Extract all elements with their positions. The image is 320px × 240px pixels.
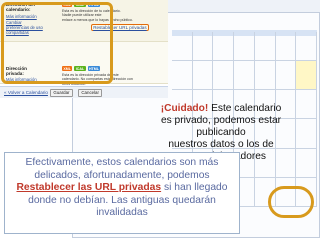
calendar-day-cell[interactable]	[234, 32, 255, 62]
explanation-note: Efectivamente, estos calendarios son más…	[4, 152, 240, 234]
warning-title: ¡Cuidado!	[160, 103, 209, 114]
warning-line2: es privado, podemos estar publicando	[160, 115, 282, 138]
calendar-day-cell[interactable]	[275, 61, 297, 91]
calendar-day-cell[interactable]	[254, 61, 276, 91]
save-button[interactable]: Guardar	[50, 88, 73, 98]
corner-highlight-ring	[268, 186, 314, 218]
note-line4: donde no debían. Las antiguas quedarán	[28, 194, 216, 206]
calendar-day-cell[interactable]	[254, 32, 276, 62]
back-to-calendar-link[interactable]: « Volver a Calendario	[4, 90, 48, 95]
calendar-day-cell[interactable]	[296, 61, 317, 91]
settings-highlight-ring	[1, 2, 113, 84]
calendar-day-cell[interactable]	[275, 32, 297, 62]
note-line3: Restablecer las URL privadas si han lleg…	[16, 182, 228, 194]
note-highlight: Restablecer las URL privadas	[16, 182, 162, 194]
note-line1: Efectivamente, estos calendarios son más	[25, 157, 219, 168]
note-line2: delicados, afortunadamente, podemos	[34, 169, 210, 181]
calendar-day-cell[interactable]	[172, 61, 193, 91]
calendar-day-cell[interactable]	[213, 32, 235, 62]
note-line5: invalidadas	[96, 207, 148, 219]
bottom-action-bar: « Volver a Calendario Guardar Cancelar	[0, 86, 168, 98]
warning-line1: Este calendario	[208, 103, 282, 114]
calendar-day-cell[interactable]	[234, 61, 255, 91]
cancel-button[interactable]: Cancelar	[78, 88, 103, 98]
calendar-day-cell[interactable]	[172, 32, 193, 62]
calendar-day-cell[interactable]	[192, 32, 214, 62]
calendar-day-cell[interactable]	[213, 61, 235, 91]
warning-line3: nuestros datos o los de	[168, 139, 274, 150]
calendar-day-cell[interactable]	[192, 61, 214, 91]
calendar-day-cell[interactable]	[296, 32, 317, 62]
